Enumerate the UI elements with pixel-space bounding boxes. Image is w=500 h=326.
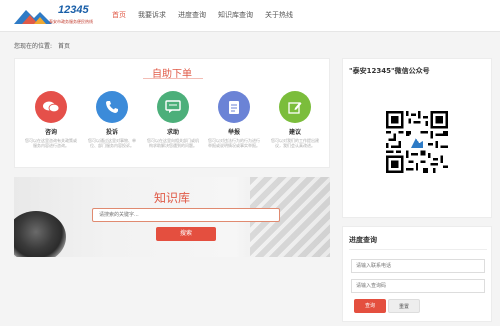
knowledge-search-button[interactable]: 搜索 bbox=[156, 227, 216, 241]
card-consult[interactable]: 咨询 您可以在这里咨询有关政策或服务内容进行咨询。 bbox=[23, 87, 79, 163]
nav-submit-request[interactable]: 我要诉求 bbox=[138, 0, 166, 32]
logo-subtitle: 泰安市政务服务便民热线 bbox=[49, 19, 93, 24]
knowledge-search-input[interactable] bbox=[92, 208, 280, 222]
phone-icon bbox=[96, 91, 128, 123]
card-suggestion-desc: 您可以对我们的工作提出建议，我们会认真改进。 bbox=[271, 138, 319, 148]
wechat-title: "泰安12345"微信公众号 bbox=[349, 67, 430, 75]
qr-code-icon bbox=[386, 111, 448, 173]
nav-about-hotline[interactable]: 关于热线 bbox=[265, 0, 293, 32]
card-complaint-title: 投诉 bbox=[105, 129, 118, 136]
nav-progress-query[interactable]: 进度查询 bbox=[178, 0, 206, 32]
card-consult-desc: 您可以在这里咨询有关政策或服务内容进行咨询。 bbox=[25, 138, 77, 148]
phone-number-input[interactable] bbox=[351, 259, 485, 273]
card-help-desc: 您可以在这里向相关部门或机构求助解决您遇到的问题。 bbox=[147, 138, 199, 148]
card-suggestion[interactable]: 建议 您可以对我们的工作提出建议，我们会认真改进。 bbox=[267, 87, 323, 163]
service-cards: 咨询 您可以在这里咨询有关政策或服务内容进行咨询。 投诉 您可以通过这里对事物、… bbox=[23, 87, 323, 163]
progress-query-title: 进度查询 bbox=[349, 236, 377, 244]
wechat-panel: "泰安12345"微信公众号 bbox=[342, 58, 492, 218]
card-report-desc: 您可以对违法行为的行为进行举报或说明情况或事实举报。 bbox=[208, 138, 260, 148]
progress-divider bbox=[349, 249, 487, 250]
coffee-cup-decoration bbox=[14, 211, 66, 257]
breadcrumb: 您现在的位置: 首页 bbox=[14, 41, 70, 50]
site-logo[interactable]: 12345 泰安市政务服务便民热线 bbox=[14, 4, 100, 28]
card-consult-title: 咨询 bbox=[44, 129, 57, 136]
logo-number: 12345 bbox=[58, 4, 89, 16]
nav-knowledge-base[interactable]: 知识库查询 bbox=[218, 0, 253, 32]
breadcrumb-current[interactable]: 首页 bbox=[58, 43, 70, 50]
reset-button[interactable]: 重置 bbox=[388, 299, 420, 313]
card-complaint-desc: 您可以通过这里对事物、单位、部门服务内容投诉。 bbox=[88, 138, 136, 148]
card-report-title: 举报 bbox=[227, 129, 240, 136]
query-button[interactable]: 查询 bbox=[354, 299, 386, 313]
query-code-input[interactable] bbox=[351, 279, 485, 293]
nav-home[interactable]: 首页 bbox=[112, 0, 126, 32]
main-nav: 首页 我要诉求 进度查询 知识库查询 关于热线 bbox=[112, 0, 305, 32]
help-icon bbox=[157, 91, 189, 123]
mountain-logo-icon bbox=[14, 10, 52, 24]
knowledge-base-banner: 知识库 搜索 bbox=[14, 177, 330, 257]
report-icon bbox=[218, 91, 250, 123]
site-header: 12345 泰安市政务服务便民热线 首页 我要诉求 进度查询 知识库查询 关于热… bbox=[0, 0, 500, 32]
progress-query-panel: 进度查询 查询 重置 bbox=[342, 226, 492, 322]
title-divider bbox=[143, 78, 203, 79]
card-help-title: 求助 bbox=[166, 129, 179, 136]
self-service-panel: 自助下单 咨询 您可以在这里咨询有关政策或服务内容进行咨询。 投诉 您可以通过这… bbox=[14, 58, 330, 168]
card-help[interactable]: 求助 您可以在这里向相关部门或机构求助解决您遇到的问题。 bbox=[145, 87, 201, 163]
card-suggestion-title: 建议 bbox=[288, 129, 301, 136]
card-report[interactable]: 举报 您可以对违法行为的行为进行举报或说明情况或事实举报。 bbox=[206, 87, 262, 163]
pencil-icon bbox=[279, 91, 311, 123]
card-complaint[interactable]: 投诉 您可以通过这里对事物、单位、部门服务内容投诉。 bbox=[84, 87, 140, 163]
knowledge-base-title: 知识库 bbox=[153, 191, 190, 205]
breadcrumb-prefix: 您现在的位置: bbox=[14, 43, 53, 50]
chat-icon bbox=[35, 91, 67, 123]
